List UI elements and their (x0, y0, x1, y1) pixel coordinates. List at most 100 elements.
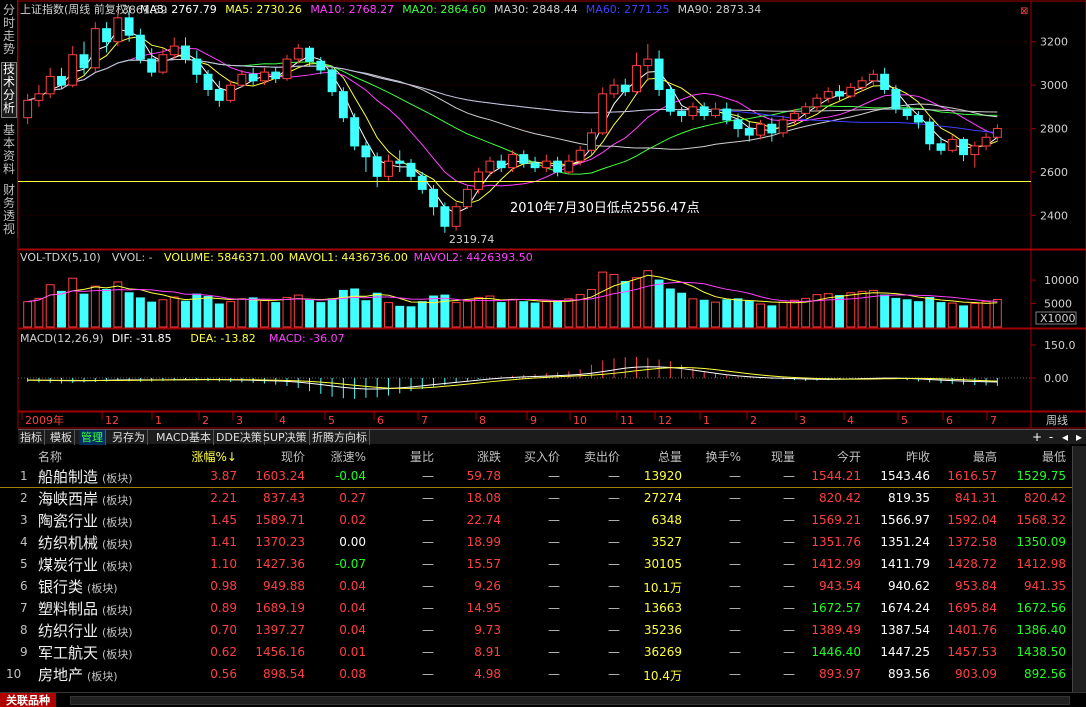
candle-body (519, 154, 529, 164)
volume-bar (135, 297, 145, 328)
cell-speed: -0.04 (334, 469, 366, 483)
period-label[interactable]: 周线 (1046, 413, 1068, 427)
column-header[interactable]: 最低 (1042, 448, 1066, 465)
table-row[interactable]: 10 房地产 (板块) 0.56 898.54 0.08 — 4.98 — — 10.4万 — — 893… (0, 664, 1072, 686)
sector-name-text: 房地产 (38, 666, 84, 684)
candle-body (203, 73, 213, 90)
cell-open: 1351.76 (811, 535, 861, 549)
column-header[interactable]: 现量 (771, 448, 795, 465)
sector-name-text: 军工航天 (38, 644, 99, 662)
horizontal-scrollbar[interactable] (70, 696, 1070, 705)
cell-high: 903.09 (955, 667, 997, 681)
column-header[interactable]: 涨速% (331, 448, 366, 465)
cell-price: 1603.24 (255, 469, 305, 483)
cell-open: 943.54 (819, 579, 861, 593)
volume-bar (338, 289, 348, 328)
tab-dde-decision[interactable]: DDE决策 (214, 430, 265, 445)
cell-high: 953.84 (955, 579, 997, 593)
tab-indicator[interactable]: 指标 (18, 430, 45, 445)
volume-bar (846, 292, 856, 328)
table-row[interactable]: 7 塑料制品 (板块) 0.89 1689.19 0.04 — 14.95 — — 13663 — — 1… (0, 598, 1072, 620)
scroll-left-button[interactable]: ◂ (1058, 430, 1072, 444)
cell-high: 1428.72 (947, 557, 997, 571)
column-header[interactable]: 名称 (38, 448, 62, 465)
cell-low: 1672.56 (1016, 601, 1066, 615)
cell-low: 1386.40 (1016, 623, 1066, 637)
sector-name: 银行类 (板块) (38, 576, 118, 597)
sector-name: 塑料制品 (板块) (38, 598, 133, 619)
tab-macd-basic[interactable]: MACD基本 (154, 430, 214, 445)
related-instruments-button[interactable]: 关联品种 (0, 693, 56, 707)
cell-chg: 0.56 (210, 667, 237, 681)
cell-diff: 18.08 (466, 491, 501, 505)
sector-name-text: 陶瓷行业 (38, 512, 99, 530)
tab-direction-marker[interactable]: 折腾方向标 (310, 430, 370, 445)
time-tick-label: 4 (279, 414, 286, 427)
column-header[interactable]: 卖出价 (584, 448, 620, 465)
column-header[interactable]: 量比 (410, 448, 434, 465)
tab-template[interactable]: 模板 (48, 430, 75, 445)
cell-vol: 3527 (651, 535, 682, 549)
dif-line (27, 366, 998, 390)
cell-bid: — (548, 513, 560, 527)
time-tick-label: 1 (155, 414, 162, 427)
candle-body (880, 73, 890, 90)
cell-vr: — (422, 469, 434, 483)
column-header[interactable]: 换手% (706, 448, 741, 465)
close-window-icon[interactable]: ⊠ (1020, 6, 1028, 17)
table-row[interactable]: 4 纺织机械 (板块) 1.41 1370.23 0.00 — 18.99 — — 3527 — — 13… (0, 532, 1072, 554)
scroll-right-button[interactable]: ▸ (1072, 430, 1086, 444)
candle-body (226, 84, 236, 101)
volume-bar (586, 288, 596, 328)
sector-type-text: (板块) (102, 626, 133, 639)
table-row[interactable]: 2 海峡西岸 (板块) 2.21 837.43 0.27 — 18.08 — — 27274 — — 82… (0, 488, 1072, 510)
cell-idx: 10 (6, 667, 22, 681)
candle-body (135, 34, 145, 60)
ma30-line (27, 59, 998, 150)
table-row[interactable]: 6 银行类 (板块) 0.98 949.88 0.04 — 9.26 — — 10.1万 — — 943.… (0, 576, 1072, 598)
column-header[interactable]: 现价 (281, 448, 305, 465)
sector-type-text: (板块) (102, 560, 133, 573)
column-header[interactable]: 涨幅%↓ (192, 448, 237, 465)
cell-ask: — (608, 579, 620, 593)
table-row[interactable]: 9 军工航天 (板块) 0.62 1456.16 0.01 — 8.91 — — 36269 — — 14… (0, 642, 1072, 664)
tab-save-as[interactable]: 另存为 (110, 430, 148, 445)
candle-body (237, 73, 247, 86)
cell-low: 1529.75 (1016, 469, 1066, 483)
candle-body (79, 54, 89, 69)
tab-sup-decision[interactable]: SUP决策 (261, 430, 310, 445)
time-tick-label: 5 (328, 414, 335, 427)
cell-cur: — (783, 645, 795, 659)
vertical-scrollbar[interactable] (1072, 446, 1086, 692)
column-header[interactable]: 总量 (658, 448, 682, 465)
column-header[interactable]: 昨收 (906, 448, 930, 465)
cell-diff: 22.74 (466, 513, 501, 527)
cell-prev: 1447.25 (880, 645, 930, 659)
indicator-value: MA60: 2771.25 (586, 3, 670, 16)
cell-ask: — (608, 645, 620, 659)
zoom-in-button[interactable]: + (1030, 430, 1044, 444)
cell-price: 1456.16 (255, 645, 305, 659)
column-header[interactable]: 今开 (837, 448, 861, 465)
column-header[interactable]: 最高 (973, 448, 997, 465)
table-row[interactable]: 5 煤炭行业 (板块) 1.10 1427.36 -0.07 — 15.57 — — 30105 — —… (0, 554, 1072, 576)
table-row[interactable]: 3 陶瓷行业 (板块) 1.45 1589.71 0.02 — 22.74 — — 6348 — — 15… (0, 510, 1072, 532)
candle-body (835, 91, 844, 97)
volume-bar (226, 301, 236, 328)
table-row[interactable]: 8 纺织行业 (板块) 0.70 1397.27 0.04 — 9.73 — — 35236 — — 13… (0, 620, 1072, 642)
candle-body (925, 121, 935, 145)
cell-turn: — (729, 513, 741, 527)
cell-ask: — (608, 623, 620, 637)
table-row[interactable]: 1 船舶制造 (板块) 3.87 1603.24 -0.04 — 59.78 — — 13920 — —… (0, 466, 1072, 488)
indicator-value: MA5: 2730.26 (225, 3, 302, 16)
candle-body (496, 160, 506, 169)
candle-body (124, 17, 134, 36)
candle-body (90, 28, 100, 69)
volume-unit-label: X1000 (1040, 312, 1076, 325)
candle-body (113, 17, 123, 43)
column-header[interactable]: 涨跌 (477, 448, 501, 465)
sector-name-text: 船舶制造 (38, 468, 99, 486)
zoom-out-button[interactable]: - (1044, 430, 1058, 444)
column-header[interactable]: 买入价 (524, 448, 560, 465)
tab-manage[interactable]: 管理 (79, 430, 106, 445)
